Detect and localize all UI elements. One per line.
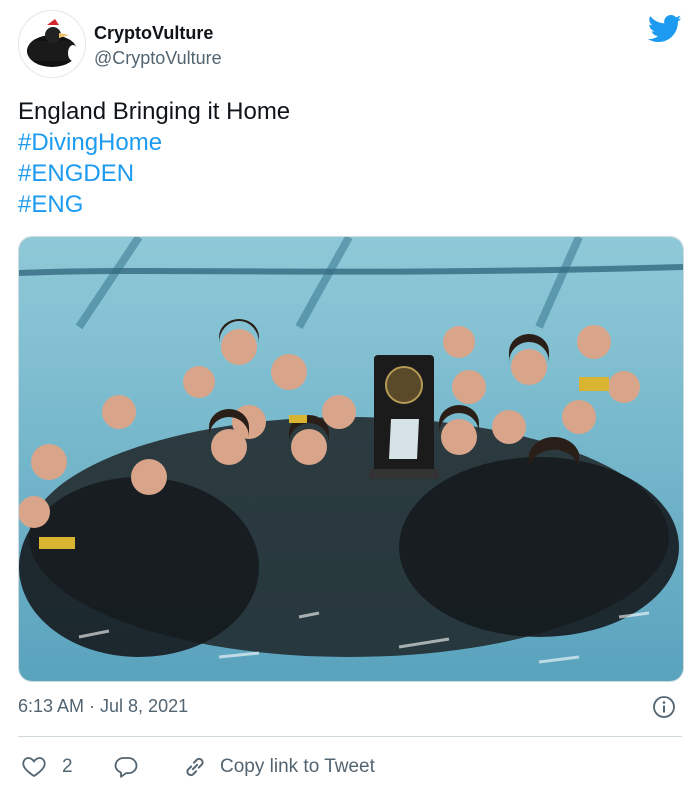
hashtag-divinghome[interactable]: #DivingHome	[18, 127, 290, 158]
reply-button[interactable]	[114, 750, 138, 784]
vulture-avatar-icon[interactable]	[18, 10, 86, 78]
twitter-bird-icon[interactable]	[647, 14, 682, 44]
hashtag-eng[interactable]: #ENG	[18, 189, 290, 220]
link-icon	[182, 754, 208, 780]
tweet-timestamp[interactable]: 6:13 AM · Jul 8, 2021	[18, 696, 188, 717]
info-icon[interactable]	[652, 695, 676, 719]
divider	[18, 736, 682, 737]
copy-link-button[interactable]: Copy link to Tweet	[182, 750, 375, 784]
tweet-actions: 2 Copy link to Tweet	[18, 750, 682, 784]
tweet-text: England Bringing it Home #DivingHome #EN…	[18, 96, 290, 220]
heart-icon	[22, 756, 46, 778]
tweet-body: England Bringing it Home	[18, 98, 291, 125]
like-count: 2	[62, 756, 73, 777]
copy-link-label: Copy link to Tweet	[220, 756, 375, 777]
author-display-name[interactable]: CryptoVulture	[94, 22, 222, 44]
like-button[interactable]: 2	[22, 750, 73, 784]
tweet-header: CryptoVulture @CryptoVulture	[18, 10, 682, 80]
tweet-photo[interactable]	[18, 236, 684, 682]
author-handle[interactable]: @CryptoVulture	[94, 46, 222, 70]
hashtag-engden[interactable]: #ENGDEN	[18, 158, 290, 189]
reply-bubble-icon	[114, 755, 138, 779]
